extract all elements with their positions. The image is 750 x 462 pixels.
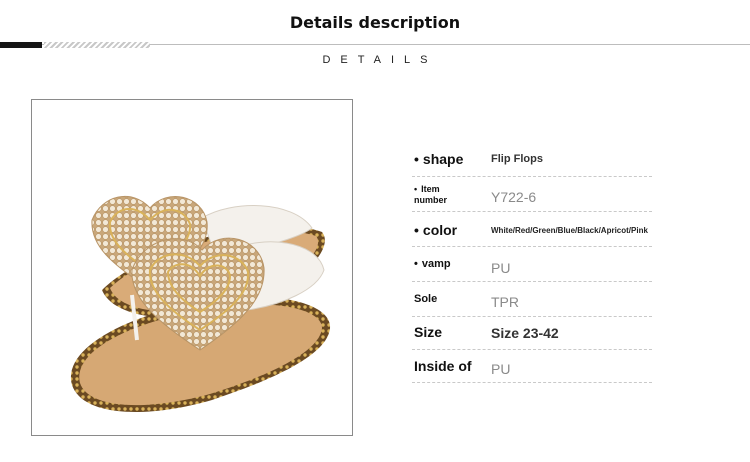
sandal-illustration — [70, 195, 331, 412]
spec-row-item-number: • Item number Y722-6 — [412, 178, 652, 212]
spec-label-color: • color — [414, 222, 458, 238]
spec-row-sole: Sole TPR — [412, 283, 652, 317]
spec-label-item-number: • Item number — [414, 184, 448, 205]
header-divider-accent — [0, 42, 42, 48]
page-subtitle: DETAILS — [322, 54, 438, 66]
row-divider — [412, 176, 652, 177]
spec-label-shape: • shape — [414, 151, 464, 167]
spec-value-inside-of: PU — [491, 361, 511, 377]
spec-row-inside-of: Inside of PU — [412, 349, 652, 383]
spec-row-vamp: • vamp PU — [412, 248, 652, 282]
product-image — [31, 99, 353, 436]
row-divider — [412, 281, 652, 282]
row-divider — [412, 211, 652, 212]
front-sandal — [70, 237, 331, 412]
bullet-icon: • — [414, 222, 419, 238]
spec-label-size: Size — [414, 324, 443, 340]
bullet-icon: • — [414, 258, 418, 270]
header-divider-hatch — [44, 42, 150, 48]
spec-value-sole: TPR — [491, 294, 519, 310]
spec-label-inside-of: Inside of — [414, 358, 472, 374]
row-divider — [412, 382, 652, 383]
bullet-icon: • — [414, 151, 419, 167]
spec-value-size: Size 23-42 — [491, 325, 559, 341]
spec-value-shape: Flip Flops — [491, 153, 543, 165]
bullet-icon: • — [414, 184, 418, 194]
spec-row-shape: • shape Flip Flops — [412, 143, 652, 177]
spec-row-size: Size Size 23-42 — [412, 316, 652, 350]
spec-row-color: • color White/Red/Green/Blue/Black/Aprico… — [412, 213, 652, 247]
row-divider — [412, 246, 652, 247]
spec-value-item-number: Y722-6 — [491, 189, 537, 205]
spec-label-vamp: • vamp — [414, 258, 451, 270]
spec-label-sole: Sole — [414, 293, 438, 305]
spec-value-vamp: PU — [491, 260, 511, 276]
page-title: Details description — [289, 13, 461, 32]
spec-value-color: White/Red/Green/Blue/Black/Apricot/Pink — [491, 226, 648, 235]
